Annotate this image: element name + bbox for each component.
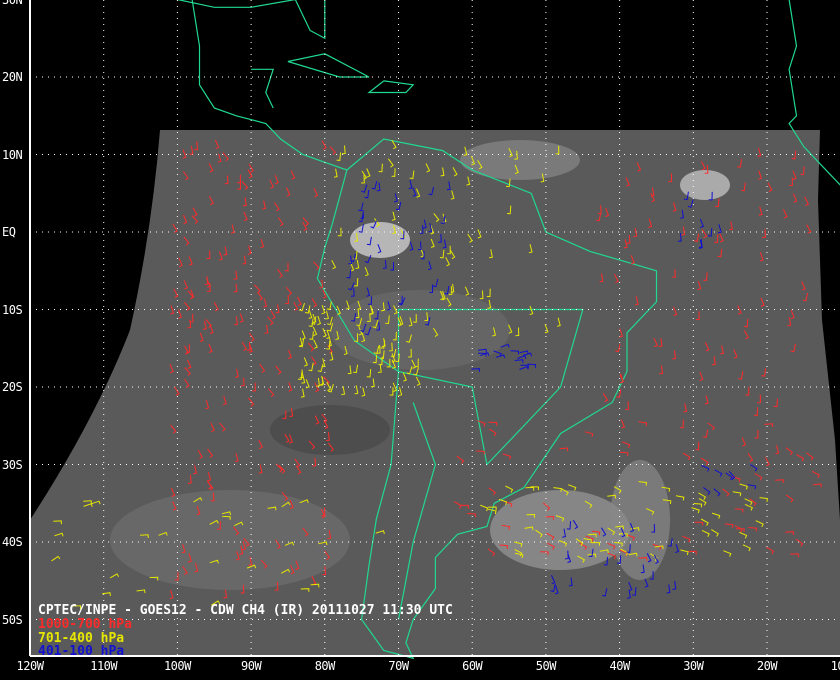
- image-title: CPTEC/INPE - GOES12 - CDW CH4 (IR) 20111…: [38, 603, 453, 618]
- cloud: [110, 490, 350, 590]
- lat-label: 20S: [2, 380, 23, 394]
- lat-label: 30S: [2, 457, 23, 472]
- cloud: [330, 290, 510, 370]
- lon-label: 40W: [609, 659, 631, 673]
- yucatan-coast: [251, 68, 275, 109]
- lat-label: 20N: [2, 70, 23, 84]
- lat-label: 50S: [2, 612, 23, 627]
- cuba-coast: [287, 53, 370, 78]
- lon-label: 20W: [756, 659, 778, 673]
- lon-label: 110W: [90, 659, 118, 673]
- lon-label: 70W: [388, 659, 409, 673]
- lat-label: 30N: [2, 0, 23, 7]
- lon-label: 10W: [830, 659, 840, 673]
- lon-label: 50W: [535, 659, 557, 673]
- lon-label: 80W: [314, 659, 336, 673]
- cloud: [610, 460, 670, 580]
- lat-label: 10N: [2, 147, 23, 162]
- gulf-coast: [177, 0, 326, 40]
- lon-label: 30W: [683, 659, 704, 673]
- lat-label: 10S: [2, 302, 23, 317]
- cloud: [460, 140, 580, 180]
- lon-label: 100W: [163, 659, 191, 673]
- cloud: [350, 222, 410, 258]
- lon-label: 90W: [241, 659, 262, 673]
- lon-label: 60W: [462, 659, 483, 673]
- cloud: [490, 490, 630, 570]
- legend-low-level: 1000-700 hPa: [38, 617, 132, 632]
- hispaniola-coast: [367, 80, 415, 94]
- lat-label: 40S: [2, 535, 23, 549]
- satellite-map: [29, 0, 840, 660]
- lat-label: EQ: [2, 225, 16, 239]
- lon-label: 120W: [16, 659, 44, 673]
- cloud: [270, 405, 390, 455]
- legend-high-level: 401-100 hPa: [38, 644, 125, 659]
